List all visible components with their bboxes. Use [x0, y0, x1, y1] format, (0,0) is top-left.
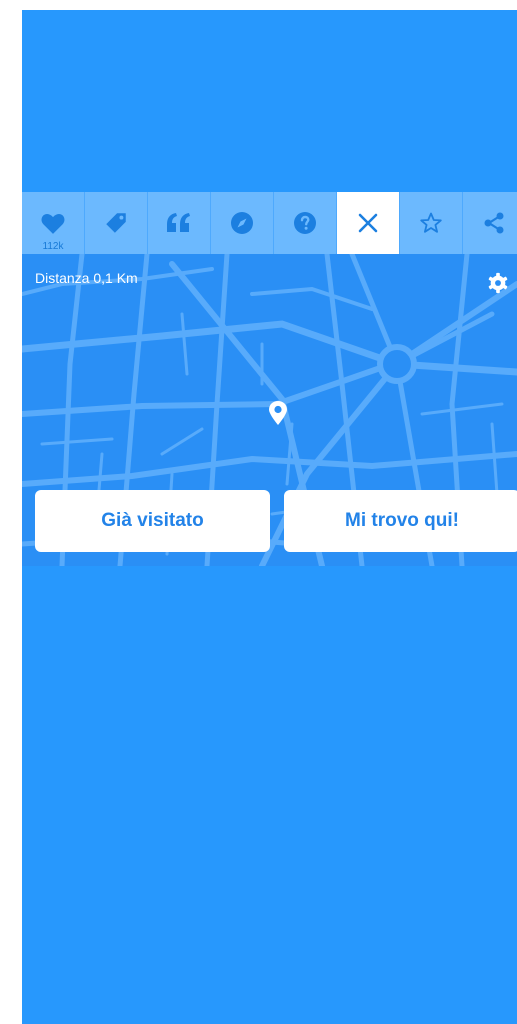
action-toolbar: 112k — [22, 192, 517, 254]
heart-icon — [41, 214, 65, 234]
location-pin-icon — [269, 401, 287, 425]
share-button[interactable] — [463, 192, 517, 254]
star-icon — [420, 212, 442, 233]
compass-icon — [231, 212, 253, 234]
question-icon — [294, 212, 316, 234]
favorite-button[interactable] — [400, 192, 463, 254]
like-button[interactable]: 112k — [22, 192, 85, 254]
quote-icon — [167, 213, 190, 232]
already-visited-button[interactable]: Già visitato — [35, 490, 270, 552]
distance-label: Distanza 0,1 Km — [35, 270, 138, 286]
like-count: 112k — [42, 241, 64, 252]
i-am-here-button[interactable]: Mi trovo qui! — [284, 490, 517, 552]
help-button[interactable] — [274, 192, 337, 254]
tag-icon — [106, 213, 126, 233]
compass-button[interactable] — [211, 192, 274, 254]
close-icon — [358, 213, 378, 233]
share-icon — [484, 212, 504, 234]
tag-button[interactable] — [85, 192, 148, 254]
gear-icon[interactable] — [487, 272, 509, 294]
close-button[interactable] — [337, 192, 400, 254]
map-view[interactable]: Distanza 0,1 Km Già visitato Mi trovo qu… — [22, 254, 517, 566]
quote-button[interactable] — [148, 192, 211, 254]
app-screen: 112k Distanza 0,1 Km Già visitato Mi tro… — [22, 10, 517, 1024]
